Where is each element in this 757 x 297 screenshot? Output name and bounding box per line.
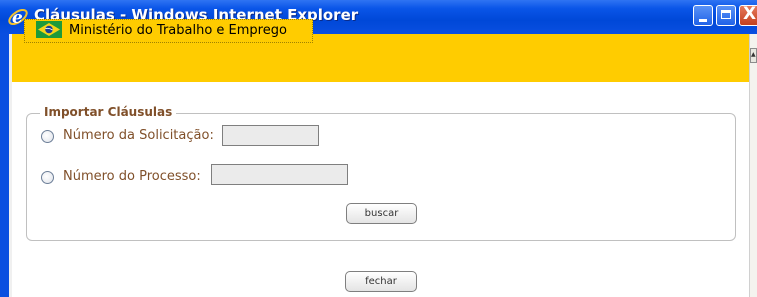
process-number-radio[interactable] xyxy=(41,171,54,184)
close-window-button[interactable]: X xyxy=(739,4,757,26)
vertical-scrollbar[interactable] xyxy=(749,34,757,297)
close-button[interactable]: fechar xyxy=(345,271,417,292)
process-number-input[interactable] xyxy=(211,164,348,185)
close-icon: X xyxy=(743,4,757,24)
maximize-button[interactable] xyxy=(716,5,736,26)
scroll-up-icon: ▲ xyxy=(751,51,756,58)
request-number-label: Número da Solicitação: xyxy=(63,128,214,143)
ministry-label: Ministério do Trabalho e Emprego xyxy=(69,23,287,38)
minimize-icon xyxy=(699,19,707,22)
search-button[interactable]: buscar xyxy=(346,203,417,224)
maximize-icon xyxy=(721,10,731,19)
process-number-label: Número do Processo: xyxy=(63,169,201,184)
fieldset-legend: Importar Cláusulas xyxy=(40,105,177,119)
brazil-flag-icon xyxy=(36,21,62,38)
request-number-input[interactable] xyxy=(222,125,319,146)
svg-text:e: e xyxy=(12,8,23,28)
minimize-button[interactable] xyxy=(693,5,713,26)
window-frame-left xyxy=(0,34,9,297)
request-number-radio[interactable] xyxy=(41,130,54,143)
scroll-up-button[interactable]: ▲ xyxy=(750,48,757,63)
